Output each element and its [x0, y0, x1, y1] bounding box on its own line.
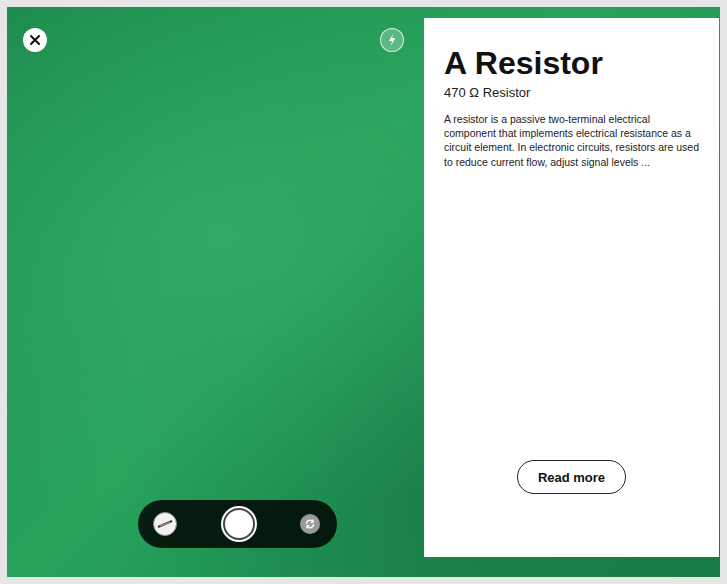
shutter-button[interactable] — [223, 508, 255, 540]
read-more-button[interactable]: Read more — [517, 460, 626, 494]
panel-description: A resistor is a passive two-terminal ele… — [444, 112, 699, 169]
camera-controls — [138, 500, 337, 548]
panel-subtitle: 470 Ω Resistor — [444, 85, 699, 102]
switch-camera-icon — [304, 518, 316, 530]
close-icon — [29, 34, 41, 46]
info-panel: A Resistor 470 Ω Resistor A resistor is a … — [424, 18, 719, 557]
flash-icon — [387, 33, 397, 47]
flash-button[interactable] — [380, 28, 404, 52]
panel-title: A Resistor — [444, 46, 699, 81]
close-button[interactable] — [23, 28, 47, 52]
gallery-thumbnail[interactable] — [153, 512, 177, 536]
resistor-thumbnail-icon — [154, 513, 176, 535]
camera-photo: A Resistor 470 Ω Resistor A resistor is a … — [7, 7, 720, 577]
switch-camera-button[interactable] — [300, 514, 320, 534]
